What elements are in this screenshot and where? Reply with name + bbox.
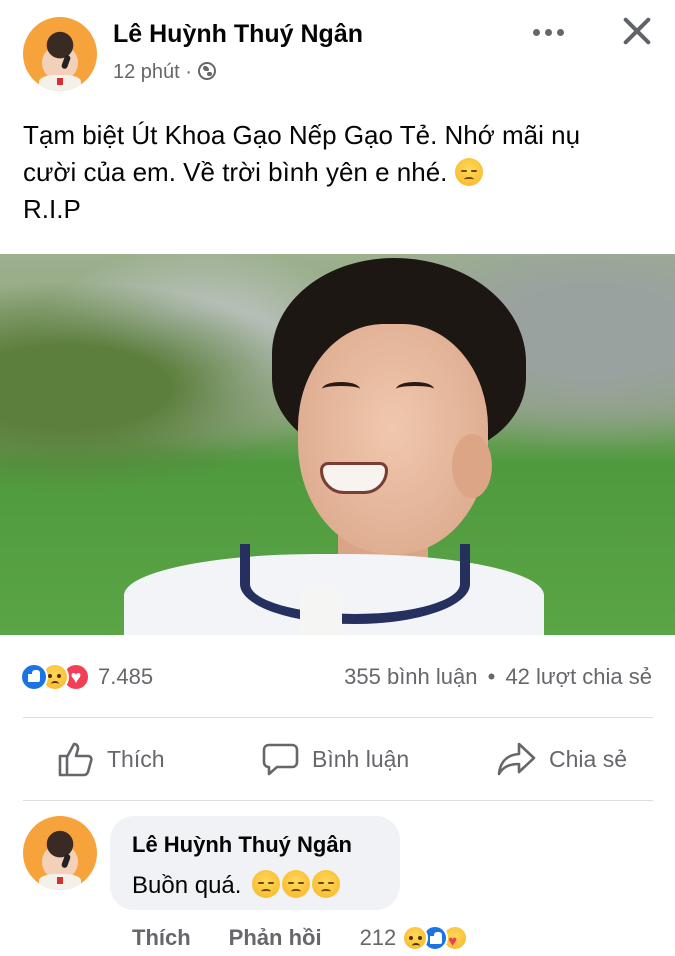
like-button[interactable]: Thích: [57, 740, 165, 778]
stats-bullet: •: [487, 664, 496, 689]
post-text-line-2: cười của em. Về trời bình yên e nhé.: [23, 154, 663, 191]
like-label: Thích: [107, 745, 165, 772]
like-icon: [20, 663, 48, 691]
author-avatar[interactable]: [23, 17, 97, 91]
globe-icon: [197, 62, 216, 80]
post-text: Tạm biệt Út Khoa Gạo Nếp Gạo Tẻ. Nhớ mãi…: [23, 117, 663, 228]
pensive-emoji-icon: [454, 158, 483, 186]
share-button[interactable]: Chia sẻ: [497, 740, 627, 778]
comment-like-button[interactable]: Thích: [132, 925, 191, 951]
post-photo[interactable]: [0, 254, 675, 635]
thumbs-up-icon: [58, 742, 93, 777]
speech-bubble-icon: [262, 743, 299, 776]
share-label: Chia sẻ: [549, 745, 627, 772]
reactions-count: 7.485: [98, 664, 154, 689]
comment-actions: Thích Phản hồi 212: [132, 925, 469, 951]
close-icon[interactable]: [622, 16, 652, 46]
commenter-avatar[interactable]: [23, 816, 97, 890]
comments-count[interactable]: 355 bình luận: [344, 664, 477, 689]
engagement-stats: 355 bình luận • 42 lượt chia sẻ: [344, 664, 652, 690]
post-time[interactable]: 12 phút: [113, 61, 180, 83]
post-text-line-3: R.I.P: [23, 194, 81, 224]
avatar-tie: [57, 876, 63, 885]
sad-icon: [402, 925, 429, 951]
comment-author[interactable]: Lê Huỳnh Thuý Ngân: [132, 832, 352, 858]
photo-collar: [240, 544, 470, 624]
comment-bubble: Lê Huỳnh Thuý Ngân Buồn quá.: [110, 816, 400, 910]
comment-label: Bình luận: [312, 745, 410, 772]
pensive-emoji-icon: [252, 870, 281, 898]
pensive-emoji-icon: [312, 870, 341, 898]
avatar-microphone: [60, 853, 72, 869]
comment-reply-button[interactable]: Phản hồi: [229, 925, 322, 951]
reaction-summary[interactable]: 7.485: [20, 662, 153, 692]
post-text-line-1: Tạm biệt Út Khoa Gạo Nếp Gạo Tẻ. Nhớ mãi…: [23, 120, 581, 150]
comment-button[interactable]: Bình luận: [262, 740, 409, 778]
pensive-emoji-icon: [282, 870, 311, 898]
divider-bottom: [23, 800, 653, 801]
more-options-icon[interactable]: [533, 29, 564, 36]
photo-eye-right: [396, 382, 434, 396]
share-arrow-icon: [497, 742, 536, 776]
avatar-tie: [57, 77, 63, 86]
post-meta: 12 phút ·: [113, 61, 216, 84]
photo-mouth: [320, 462, 388, 494]
author-name[interactable]: Lê Huỳnh Thuý Ngân: [113, 20, 363, 49]
shares-count[interactable]: 42 lượt chia sẻ: [505, 664, 652, 689]
comment-reactions-count[interactable]: 212: [360, 925, 397, 951]
avatar-microphone: [60, 54, 72, 70]
photo-eye-left: [322, 382, 360, 396]
photo-bottle: [300, 584, 342, 635]
meta-separator: ·: [185, 61, 192, 83]
photo-ear: [452, 434, 492, 498]
divider-top: [23, 717, 653, 718]
comment-text: Buồn quá.: [132, 870, 341, 900]
